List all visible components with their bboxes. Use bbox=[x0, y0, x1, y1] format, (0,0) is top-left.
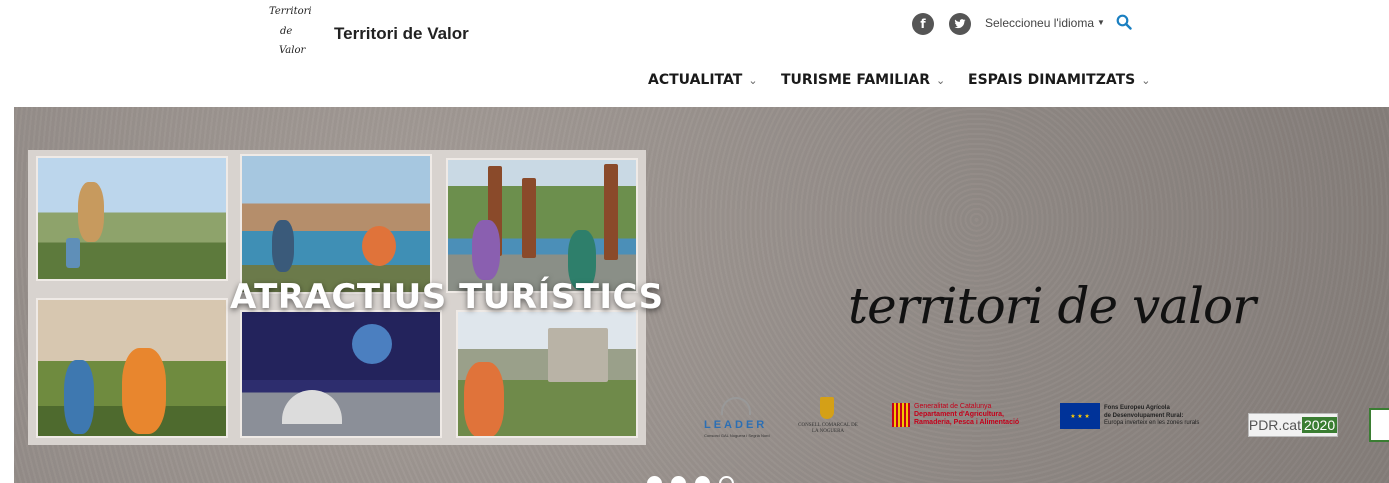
character-figure bbox=[472, 220, 500, 280]
alien-figure bbox=[352, 324, 392, 364]
nav-item-label: ACTUALITAT bbox=[648, 72, 743, 88]
generalitat-line-2: Departament d'Agricultura, bbox=[914, 411, 1004, 418]
character-figure bbox=[122, 348, 166, 434]
hero-title: ATRACTIUS TURÍSTICS bbox=[230, 277, 664, 317]
twitter-icon[interactable] bbox=[949, 13, 971, 35]
consell-comarcal-logo: CONSELL COMARCAL DE LA NOGUERA bbox=[798, 395, 858, 445]
character-figure bbox=[78, 182, 104, 242]
hero-slider[interactable]: ATRACTIUS TURÍSTICS territori de valor L… bbox=[14, 107, 1389, 483]
nav-item-espais-dinamitzats[interactable]: ESPAIS DINAMITZATS ⌄ bbox=[968, 72, 1150, 88]
eu-text: Fons Europeu Agrícola de Desenvolupament… bbox=[1104, 405, 1199, 428]
carousel-dot-active[interactable] bbox=[719, 476, 734, 483]
carousel-indicators bbox=[647, 476, 734, 483]
character-figure bbox=[272, 220, 294, 272]
illustration-panel-ruins bbox=[446, 158, 638, 293]
illustration-panel-cloister bbox=[36, 298, 228, 438]
twitter-bird-shape bbox=[954, 19, 966, 29]
coat-of-arms-icon bbox=[820, 397, 834, 419]
consell-label: CONSELL COMARCAL DE LA NOGUERA bbox=[798, 423, 858, 434]
generalitat-text: Generalitat de Catalunya Departament d'A… bbox=[914, 403, 1019, 427]
illustration-panel-bridge bbox=[240, 154, 432, 294]
leader-logo: LEADER Consorci GAL Noguera i Segrià Nor… bbox=[704, 395, 774, 445]
logo-line-3: Valor bbox=[279, 45, 306, 56]
pdr-prefix: PDR.cat bbox=[1248, 417, 1301, 433]
character-figure bbox=[64, 360, 94, 434]
search-icon[interactable] bbox=[1116, 14, 1132, 30]
nav-item-actualitat[interactable]: ACTUALITAT ⌄ bbox=[648, 72, 758, 88]
nav-item-label: ESPAIS DINAMITZATS bbox=[968, 72, 1136, 88]
eu-line-3: Europa inverteix en les zones rurals bbox=[1104, 420, 1200, 426]
character-figure bbox=[362, 226, 396, 266]
eu-line-1: Fons Europeu Agrícola bbox=[1104, 405, 1170, 411]
leader-label: LEADER bbox=[704, 419, 768, 431]
logo-line-2: de bbox=[280, 26, 293, 37]
column-shape bbox=[522, 178, 536, 258]
eu-flag-icon: ★ ★ ★ bbox=[1060, 403, 1100, 429]
generalitat-logo: Generalitat de Catalunya Departament d'A… bbox=[890, 395, 1040, 445]
generalitat-line-3: Ramaderia, Pesca i Alimentació bbox=[914, 419, 1020, 426]
facebook-icon[interactable]: f bbox=[912, 13, 934, 35]
illustration-panel-castle bbox=[456, 310, 638, 438]
illustration-panel-village bbox=[36, 156, 228, 281]
eu-line-2: de Desenvolupament Rural: bbox=[1104, 412, 1184, 419]
site-header: Territori de Valor Territori de Valor f … bbox=[0, 0, 1389, 107]
chevron-down-icon: ⌄ bbox=[748, 73, 758, 87]
pdr-year: 2020 bbox=[1301, 417, 1338, 433]
site-title[interactable]: Territori de Valor bbox=[334, 24, 469, 44]
nav-item-label: TURISME FAMILIAR bbox=[781, 72, 931, 88]
chevron-down-icon: ⌄ bbox=[1141, 73, 1151, 87]
observatory-dome bbox=[282, 390, 342, 424]
nav-item-turisme-familiar[interactable]: TURISME FAMILIAR ⌄ bbox=[781, 72, 945, 88]
object-figure bbox=[66, 238, 80, 268]
leader-sublabel: Consorci GAL Noguera i Segrià Nord bbox=[704, 433, 770, 438]
pdr-cat-logo: PDR.cat 2020 bbox=[1248, 413, 1338, 437]
leader-rings-icon bbox=[721, 397, 751, 415]
carousel-dot[interactable] bbox=[671, 476, 686, 483]
column-shape bbox=[604, 164, 618, 260]
caret-down-icon: ▼ bbox=[1097, 18, 1105, 27]
character-figure bbox=[464, 362, 504, 436]
eu-feader-logo: ★ ★ ★ Fons Europeu Agrícola de Desenvolu… bbox=[1060, 395, 1230, 445]
logo-line-1: Territori bbox=[269, 6, 312, 17]
carousel-dot[interactable] bbox=[647, 476, 662, 483]
catalan-flag-icon bbox=[892, 403, 910, 427]
illustration-panel-observatory bbox=[240, 310, 442, 438]
language-selector[interactable]: Seleccioneu l'idioma ▼ bbox=[985, 16, 1105, 30]
eco-logo-icon bbox=[1369, 408, 1389, 442]
building-shape bbox=[548, 328, 608, 382]
site-logo[interactable]: Territori de Valor bbox=[265, 4, 317, 58]
brand-script-wordmark: territori de valor bbox=[848, 277, 1256, 335]
carousel-dot[interactable] bbox=[695, 476, 710, 483]
language-selector-label: Seleccioneu l'idioma bbox=[985, 16, 1095, 30]
generalitat-line-1: Generalitat de Catalunya bbox=[914, 403, 992, 410]
chevron-down-icon: ⌄ bbox=[936, 73, 946, 87]
